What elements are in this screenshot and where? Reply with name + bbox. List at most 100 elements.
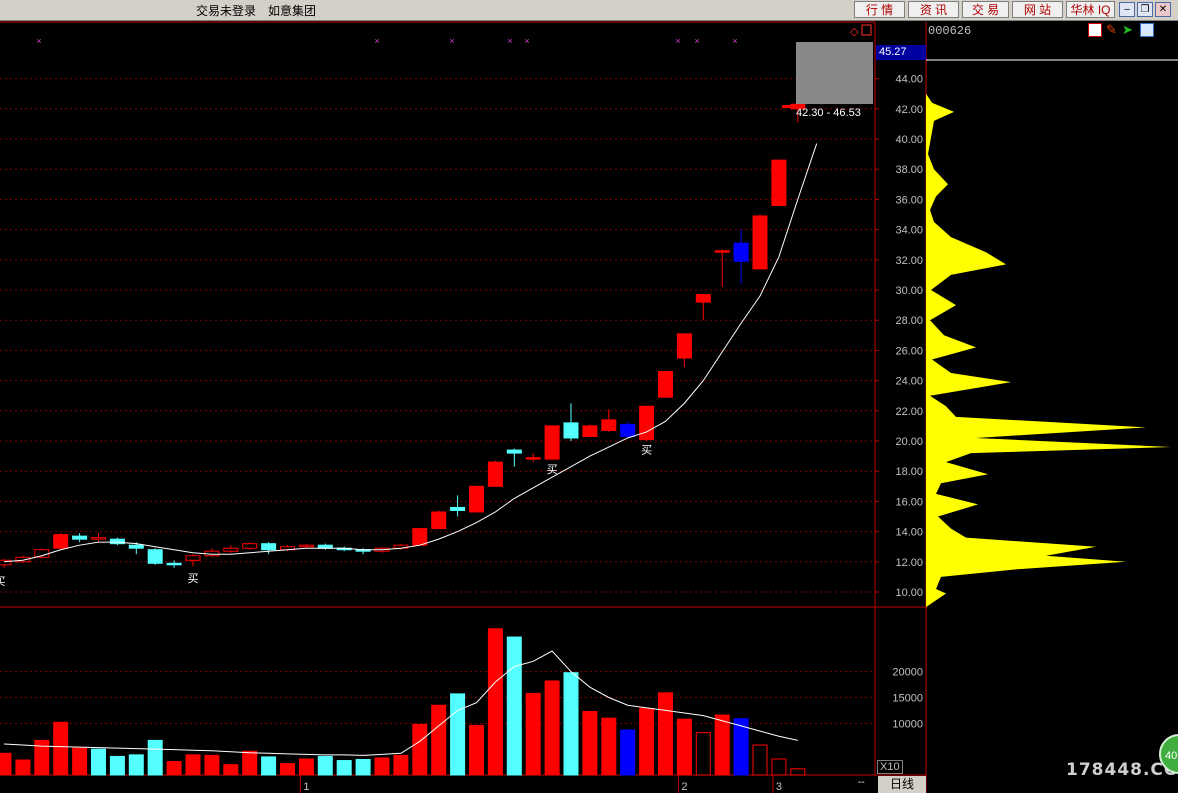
volume-bar [0, 752, 12, 776]
volume-tick-label: 10000 [892, 718, 923, 730]
volume-bar [469, 724, 484, 776]
event-marker-icon: × [507, 36, 512, 46]
volume-bar [72, 747, 88, 776]
candle [412, 528, 428, 546]
y-tick-label: 30.00 [895, 285, 923, 297]
volume-scale-label[interactable]: X10 [877, 760, 903, 774]
x-tick-label: 1 [303, 781, 309, 793]
price-tooltip [796, 42, 873, 104]
volume-bar [91, 748, 106, 776]
candle [601, 419, 617, 431]
volume-bar [620, 729, 636, 776]
volume-bar [185, 754, 201, 776]
y-tick-label: 16.00 [895, 496, 923, 508]
volume-bar [676, 718, 692, 776]
x-tick-label: 2 [681, 781, 687, 793]
y-tick-label: 32.00 [895, 255, 923, 267]
candle [676, 333, 692, 359]
volume-bar [374, 757, 390, 776]
volume-bar [695, 732, 711, 776]
y-tick-label: 42.00 [895, 104, 923, 116]
volume-bar [563, 672, 579, 776]
volume-bar [714, 714, 730, 776]
candle [72, 535, 88, 540]
candle [431, 511, 447, 530]
volume-bar [166, 761, 182, 776]
volume-bar [752, 744, 768, 776]
y-tick-label: 18.00 [895, 466, 923, 478]
volume-bar [487, 628, 503, 776]
kline-chart[interactable]: 买买买买 44.0042.0040.0038.0036.0034.0032.00… [0, 0, 1178, 793]
candle [752, 215, 768, 270]
event-marker-icon: × [524, 36, 529, 46]
volume-bar [582, 710, 598, 776]
y-tick-label: 28.00 [895, 315, 923, 327]
volume-bar [223, 764, 239, 776]
volume-bar [431, 704, 447, 776]
candle [450, 506, 466, 511]
candle [185, 555, 201, 561]
buy-signal: 买 [641, 443, 652, 456]
candle [261, 543, 277, 551]
volume-bar [525, 692, 541, 776]
volume-bar [412, 723, 428, 776]
ma-line [3, 143, 818, 563]
volume-bar [280, 763, 295, 776]
buy-signal: 买 [547, 463, 558, 476]
candle [223, 547, 239, 552]
event-marker-icon: × [732, 36, 737, 46]
candle [620, 423, 636, 437]
y-tick-label: 24.00 [895, 376, 923, 388]
candle [469, 485, 484, 513]
candle [714, 250, 730, 253]
event-marker-icon: × [449, 36, 454, 46]
volume-bar [204, 754, 220, 776]
diamond-icon: ◇ [850, 26, 859, 38]
candle [582, 425, 598, 437]
volume-profile [926, 93, 1171, 608]
volume-bar [53, 721, 69, 776]
y-tick-label: 26.00 [895, 345, 923, 357]
candles: 买买买买 [0, 103, 818, 588]
current-price: 45.27 [876, 45, 926, 60]
volume-bar [771, 758, 787, 776]
candle [147, 549, 163, 564]
volume-bar [639, 707, 655, 776]
candle [128, 544, 144, 549]
y-tick-label: 40.00 [895, 134, 923, 146]
volume-bar [355, 759, 371, 776]
event-marker-icon: × [675, 36, 680, 46]
candle [53, 534, 69, 549]
candle [733, 242, 749, 262]
candle [298, 544, 314, 548]
volume-bar [15, 759, 31, 776]
y-tick-label: 44.00 [895, 74, 923, 86]
y-tick-label: 22.00 [895, 406, 923, 418]
volume-bar [506, 636, 522, 776]
candle [166, 562, 182, 566]
event-marker-icon: × [694, 36, 699, 46]
volume-tick-label: 15000 [892, 693, 923, 705]
candle [782, 105, 796, 109]
volume-bar [261, 756, 277, 776]
panel-toggle-icon [861, 24, 872, 36]
y-tick-label: 14.00 [895, 527, 923, 539]
candle [771, 159, 787, 206]
y-tick-label: 38.00 [895, 164, 923, 176]
dash-label: -- [858, 777, 865, 788]
volume-bar [601, 717, 617, 776]
volume-tick-label: 20000 [892, 667, 923, 679]
y-tick-label: 34.00 [895, 225, 923, 237]
candle [544, 425, 560, 460]
period-tab-daily[interactable]: 日线 [878, 776, 926, 793]
candle [658, 371, 673, 398]
volume-bar [450, 693, 466, 776]
candle [242, 543, 258, 549]
candle [91, 537, 106, 540]
volume-bar [147, 739, 163, 776]
volume-bar [317, 755, 333, 776]
y-tick-label: 36.00 [895, 194, 923, 206]
volume-bar [658, 692, 673, 776]
volume-bar [242, 750, 258, 776]
buy-signal: 买 [188, 572, 199, 585]
